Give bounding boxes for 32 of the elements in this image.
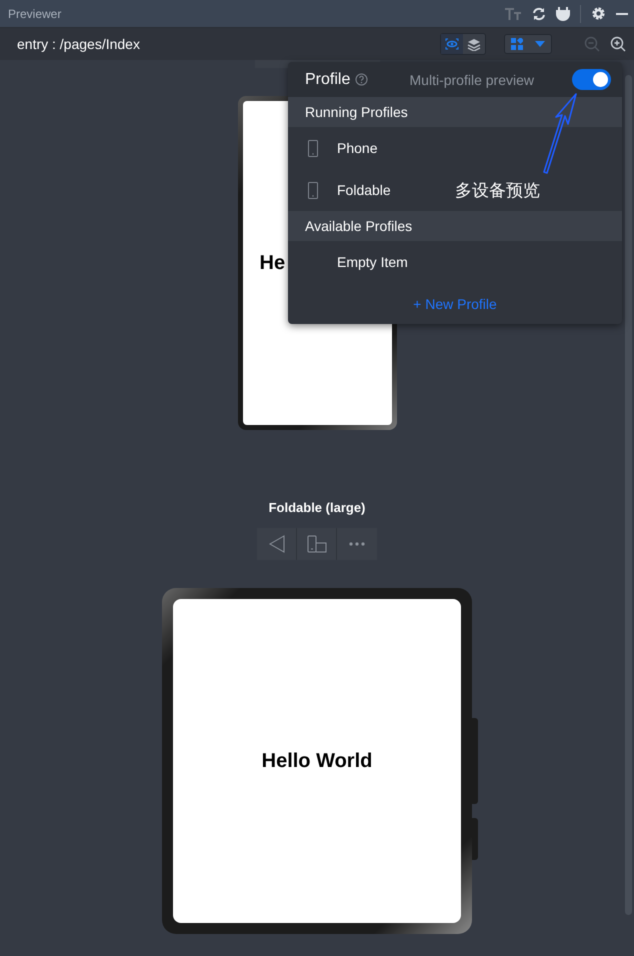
devices-icon <box>306 535 326 553</box>
profile-item[interactable]: Empty Item <box>337 254 408 270</box>
screen-text: He <box>260 252 286 274</box>
annotation-text: 多设备预览 <box>455 180 540 202</box>
plug-icon[interactable] <box>556 6 570 21</box>
caret-icon <box>535 41 545 47</box>
screen-text: Hello World <box>262 750 372 772</box>
layers-icon <box>467 38 481 50</box>
phone-icon <box>308 140 318 156</box>
toggle-label: Multi-profile preview <box>410 72 534 88</box>
minimize-icon[interactable] <box>616 12 628 14</box>
phone-icon <box>308 182 318 198</box>
profile-item[interactable]: Foldable <box>337 182 391 198</box>
settings-icon[interactable] <box>591 6 606 21</box>
zoom-in-button[interactable] <box>610 36 626 52</box>
section-header: Running Profiles <box>288 97 622 127</box>
eye-icon <box>445 38 459 50</box>
section-header: Available Profiles <box>288 211 622 241</box>
profile-item[interactable]: Phone <box>337 140 378 156</box>
toggle-switch[interactable] <box>572 69 611 90</box>
grid-icon <box>511 38 523 50</box>
page-path: entry : /pages/Index <box>17 36 141 52</box>
help-icon[interactable] <box>355 73 368 86</box>
scrollbar[interactable] <box>625 75 632 915</box>
popup-title: Profile <box>305 70 350 88</box>
inspector-button[interactable] <box>441 34 463 54</box>
layout-dropdown[interactable] <box>504 34 552 54</box>
back-icon <box>268 535 284 553</box>
refresh-icon[interactable] <box>532 6 546 20</box>
device-label: Foldable (large) <box>268 500 366 516</box>
more-icon <box>349 542 365 546</box>
window-title: Previewer <box>8 6 62 20</box>
